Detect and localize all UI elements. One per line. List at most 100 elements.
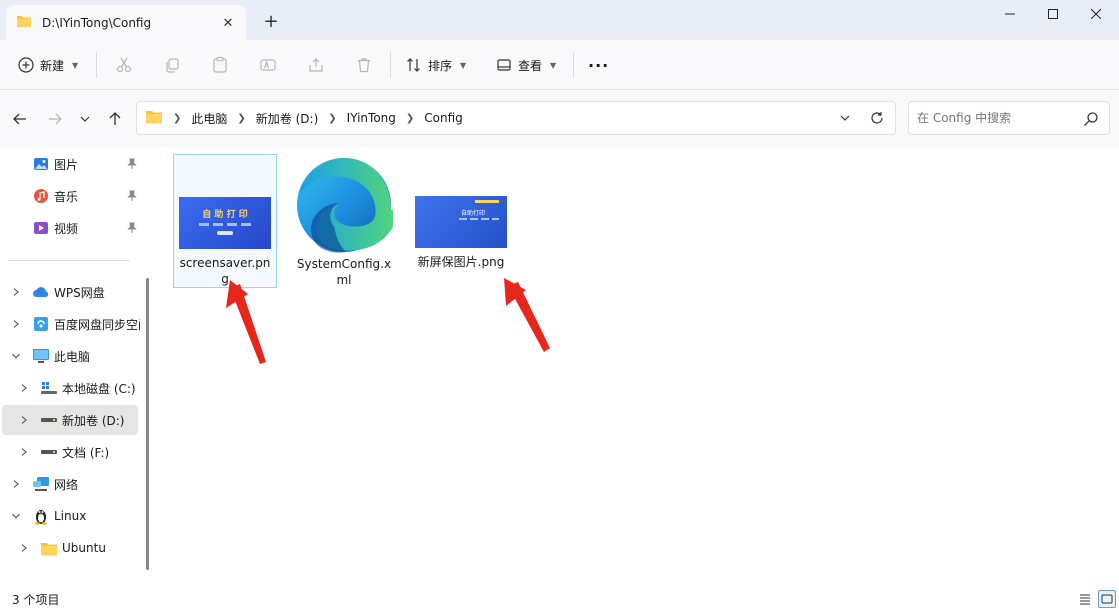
sidebar-item-label: 音乐: [54, 189, 79, 204]
chevron-down-icon[interactable]: [10, 510, 22, 522]
sidebar-item-this-pc[interactable]: 此电脑: [2, 341, 138, 371]
pin-icon[interactable]: [126, 222, 138, 234]
chevron-down-icon: ▼: [72, 60, 79, 70]
view-label: 查看: [518, 58, 543, 73]
sidebar-item-ubuntu[interactable]: Ubuntu: [2, 533, 138, 563]
toolbar-divider: [96, 52, 97, 78]
sidebar-item-drive-c[interactable]: 本地磁盘 (C:): [2, 373, 138, 403]
cloud-icon: [32, 283, 50, 301]
recent-locations-chevron-icon[interactable]: [73, 107, 97, 131]
up-arrow-icon[interactable]: [103, 107, 127, 131]
chevron-right-icon[interactable]: [18, 382, 30, 394]
chevron-right-icon[interactable]: [18, 414, 30, 426]
chevron-down-icon: ▼: [460, 60, 467, 70]
rename-icon[interactable]: [256, 53, 280, 77]
videos-icon: [32, 219, 50, 237]
sidebar-item-label: 视频: [54, 221, 79, 236]
copy-icon[interactable]: [160, 53, 184, 77]
folder-icon: [40, 539, 58, 557]
plus-circle-icon: [18, 57, 34, 73]
sidebar-divider: [8, 260, 130, 261]
sidebar-item-label: Ubuntu: [62, 541, 106, 555]
item-count: 3 个项目: [12, 593, 60, 607]
forward-arrow-icon[interactable]: [43, 107, 67, 131]
annotation-arrow-1: [226, 280, 266, 364]
network-icon: [32, 475, 50, 493]
chevron-right-icon[interactable]: [18, 446, 30, 458]
chevron-right-icon: ❯: [173, 112, 182, 124]
music-icon: [32, 187, 50, 205]
sidebar-item-label: Linux: [54, 509, 87, 523]
new-label: 新建: [40, 58, 65, 73]
tab-title: D:\IYinTong\Config: [42, 15, 152, 30]
pictures-icon: [32, 155, 50, 173]
cut-icon[interactable]: [112, 53, 136, 77]
chevron-right-icon[interactable]: [10, 318, 22, 330]
sidebar-item-label: WPS网盘: [54, 285, 105, 300]
computer-icon: [32, 347, 50, 365]
chevron-right-icon[interactable]: [18, 542, 30, 554]
sidebar-item-network[interactable]: 网络: [2, 469, 138, 499]
sidebar-item-pictures[interactable]: 图片: [2, 149, 138, 179]
large-icons-view-icon[interactable]: [1098, 590, 1116, 608]
tab-config[interactable]: D:\IYinTong\Config ✕: [6, 5, 246, 40]
address-row: ❯ 此电脑 ❯ 新加卷 (D:) ❯ IYinTong ❯ Config: [0, 91, 1119, 147]
chevron-right-icon[interactable]: [10, 478, 22, 490]
sidebar-item-baidu-sync[interactable]: 百度网盘同步空间: [2, 309, 140, 339]
search-input[interactable]: [917, 109, 1077, 127]
drive-icon: [40, 411, 58, 429]
sidebar-item-drive-d[interactable]: 新加卷 (D:): [2, 405, 138, 435]
sidebar-item-wps-cloud[interactable]: WPS网盘: [2, 277, 138, 307]
file-list: 自 助 打 印 screensaver.png SystemConfig.xml…: [156, 148, 1119, 588]
sidebar-item-label: 网络: [54, 477, 79, 492]
chevron-right-icon: ❯: [328, 112, 337, 124]
command-bar: 新建 ▼ 排序 ▼ 查看 ▼ ···: [0, 40, 1119, 90]
sidebar-item-label: 百度网盘同步空间: [54, 317, 140, 332]
chevron-right-icon[interactable]: [10, 286, 22, 298]
delete-icon[interactable]: [352, 53, 376, 77]
sidebar-item-label: 图片: [54, 157, 79, 172]
sidebar-item-drive-f[interactable]: 文档 (F:): [2, 437, 138, 467]
maximize-icon[interactable]: [1030, 0, 1076, 28]
refresh-icon[interactable]: [869, 110, 885, 126]
close-window-icon[interactable]: [1073, 0, 1119, 28]
back-arrow-icon[interactable]: [8, 107, 32, 131]
baidu-sync-icon: [32, 315, 50, 333]
pin-icon[interactable]: [126, 158, 138, 170]
search-icon: [1084, 112, 1098, 126]
annotation-arrow-2: [504, 278, 550, 352]
toolbar-divider: [573, 52, 574, 78]
annotation-arrows: [226, 278, 550, 364]
address-history-chevron-icon[interactable]: [837, 110, 853, 126]
chevron-right-icon: ❯: [237, 112, 246, 124]
status-bar: 3 个项目: [0, 588, 1119, 609]
sidebar-item-music[interactable]: 音乐: [2, 181, 138, 211]
sidebar-item-videos[interactable]: 视频: [2, 213, 138, 243]
breadcrumb-drive-d[interactable]: 新加卷 (D:): [256, 110, 318, 127]
folder-icon: [145, 109, 163, 127]
view-button[interactable]: 查看 ▼: [496, 50, 556, 80]
minimize-icon[interactable]: [987, 0, 1033, 28]
search-box[interactable]: [908, 101, 1110, 135]
sidebar-item-linux[interactable]: Linux: [2, 501, 138, 531]
address-bar[interactable]: ❯ 此电脑 ❯ 新加卷 (D:) ❯ IYinTong ❯ Config: [136, 101, 896, 135]
sort-label: 排序: [428, 58, 453, 73]
new-button[interactable]: 新建 ▼: [18, 50, 78, 80]
breadcrumb-this-pc[interactable]: 此电脑: [191, 110, 227, 127]
details-view-icon[interactable]: [1076, 590, 1094, 608]
more-options-icon[interactable]: ···: [588, 50, 609, 80]
share-icon[interactable]: [304, 53, 328, 77]
chevron-down-icon: ▼: [550, 60, 557, 70]
chevron-right-icon: ❯: [405, 112, 415, 124]
breadcrumb-iyintong[interactable]: IYinTong: [347, 111, 396, 125]
breadcrumb-config[interactable]: Config: [424, 111, 463, 125]
sidebar-scrollbar[interactable]: [146, 278, 149, 570]
chevron-down-icon[interactable]: [10, 350, 22, 362]
close-tab-icon[interactable]: ✕: [218, 13, 238, 33]
paste-icon[interactable]: [208, 53, 232, 77]
sidebar-item-label: 文档 (F:): [62, 445, 110, 460]
pin-icon[interactable]: [126, 190, 138, 202]
sort-button[interactable]: 排序 ▼: [406, 50, 466, 80]
new-tab-button[interactable]: +: [260, 10, 282, 32]
view-icon: [497, 59, 511, 71]
